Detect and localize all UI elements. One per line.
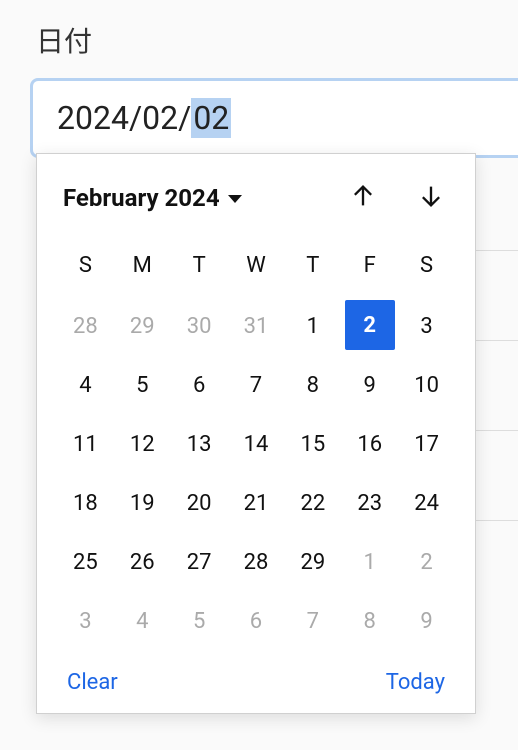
calendar-day[interactable]: 3 xyxy=(57,595,114,648)
calendar-day[interactable]: 31 xyxy=(228,300,285,353)
calendar-day[interactable]: 29 xyxy=(284,536,341,589)
calendar-day[interactable]: 4 xyxy=(57,359,114,412)
calendar-day[interactable]: 7 xyxy=(284,595,341,648)
calendar-day[interactable]: 18 xyxy=(57,477,114,530)
calendar-day[interactable]: 27 xyxy=(171,536,228,589)
calendar-day[interactable]: 5 xyxy=(114,359,171,412)
calendar-day[interactable]: 15 xyxy=(284,418,341,471)
calendar-day[interactable]: 14 xyxy=(228,418,285,471)
weekday-header: T xyxy=(171,243,228,294)
calendar-grid: SMTWTFS282930311234567891011121314151617… xyxy=(57,243,455,648)
calendar-day[interactable]: 26 xyxy=(114,536,171,589)
date-value-prefix: 2024/02/ xyxy=(57,99,191,137)
calendar-day[interactable]: 11 xyxy=(57,418,114,471)
calendar-day[interactable]: 29 xyxy=(114,300,171,353)
calendar-day[interactable]: 6 xyxy=(171,359,228,412)
today-button[interactable]: Today xyxy=(386,670,445,695)
calendar-day[interactable]: 25 xyxy=(57,536,114,589)
calendar-day[interactable]: 8 xyxy=(284,359,341,412)
calendar-day[interactable]: 7 xyxy=(228,359,285,412)
month-label: February 2024 xyxy=(63,184,220,212)
weekday-header: T xyxy=(284,243,341,294)
weekday-header: W xyxy=(228,243,285,294)
calendar-day[interactable]: 2 xyxy=(398,536,455,589)
calendar-day[interactable]: 1 xyxy=(284,300,341,353)
calendar-day[interactable]: 4 xyxy=(114,595,171,648)
weekday-header: S xyxy=(57,243,114,294)
date-value-day-selected: 02 xyxy=(191,98,231,138)
calendar-day[interactable]: 8 xyxy=(341,595,398,648)
datepicker-footer: Clear Today xyxy=(57,670,455,695)
calendar-day[interactable]: 12 xyxy=(114,418,171,471)
calendar-day[interactable]: 6 xyxy=(228,595,285,648)
calendar-day[interactable]: 21 xyxy=(228,477,285,530)
weekday-header: S xyxy=(398,243,455,294)
calendar-day[interactable]: 3 xyxy=(398,300,455,353)
calendar-day[interactable]: 9 xyxy=(398,595,455,648)
month-nav xyxy=(345,178,449,217)
arrow-up-icon xyxy=(349,182,377,210)
caret-down-icon xyxy=(228,195,242,203)
calendar-day[interactable]: 17 xyxy=(398,418,455,471)
prev-month-button[interactable] xyxy=(345,178,381,217)
calendar-day[interactable]: 20 xyxy=(171,477,228,530)
calendar-day[interactable]: 19 xyxy=(114,477,171,530)
calendar-day[interactable]: 28 xyxy=(228,536,285,589)
calendar-day[interactable]: 23 xyxy=(341,477,398,530)
arrow-down-icon xyxy=(417,182,445,210)
calendar-day[interactable]: 5 xyxy=(171,595,228,648)
calendar-day[interactable]: 24 xyxy=(398,477,455,530)
calendar-day-selected[interactable]: 2 xyxy=(345,300,395,350)
clear-button[interactable]: Clear xyxy=(67,670,118,695)
date-input[interactable]: 2024/02/02 xyxy=(30,78,518,158)
calendar-day[interactable]: 22 xyxy=(284,477,341,530)
calendar-day[interactable]: 16 xyxy=(341,418,398,471)
datepicker-header: February 2024 xyxy=(57,178,455,217)
datepicker-popup: February 2024 SMTWTFS2829303112345678910… xyxy=(36,153,476,714)
calendar-day[interactable]: 30 xyxy=(171,300,228,353)
month-select[interactable]: February 2024 xyxy=(63,184,242,212)
calendar-day[interactable]: 10 xyxy=(398,359,455,412)
calendar-day[interactable]: 9 xyxy=(341,359,398,412)
calendar-day[interactable]: 28 xyxy=(57,300,114,353)
calendar-day[interactable]: 1 xyxy=(341,536,398,589)
field-label: 日付 xyxy=(30,20,518,60)
weekday-header: M xyxy=(114,243,171,294)
next-month-button[interactable] xyxy=(413,178,449,217)
calendar-day[interactable]: 13 xyxy=(171,418,228,471)
weekday-header: F xyxy=(341,243,398,294)
